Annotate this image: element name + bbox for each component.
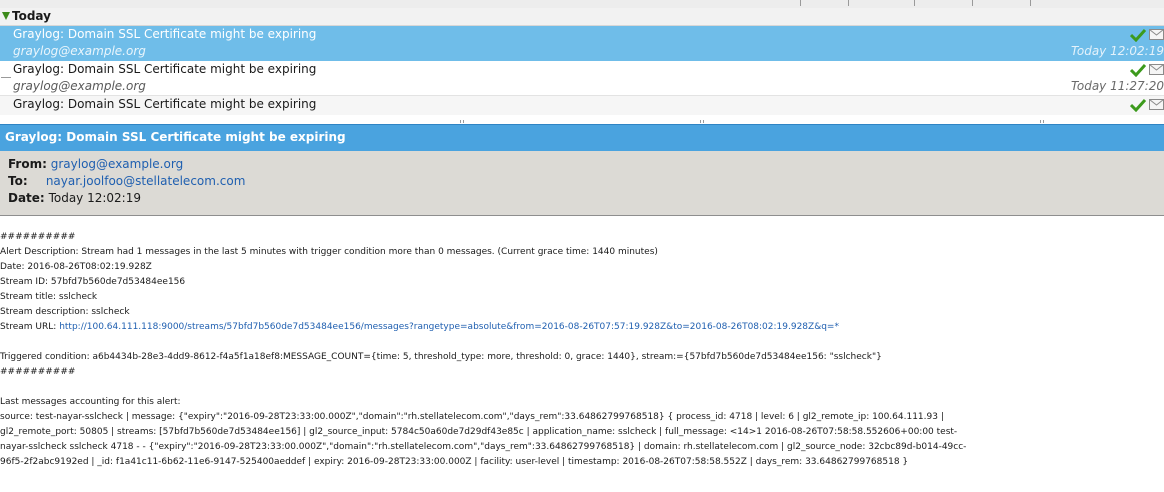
stream-url-link[interactable]: http://100.64.111.118:9000/streams/57bfd…: [59, 322, 839, 332]
splitter-handle[interactable]: [1040, 112, 1046, 123]
message-body: ########## Alert Description: Stream had…: [0, 230, 1164, 470]
envelope-icon[interactable]: [1149, 28, 1164, 41]
body-line: ##########: [0, 232, 76, 242]
body-line: 96f5-2f2abc9192ed | _id: f1a41c11-6b62-1…: [0, 457, 909, 467]
body-line: Stream title: sslcheck: [0, 292, 98, 302]
reader-subject: Graylog: Domain SSL Certificate might be…: [5, 130, 346, 144]
reader-subject-bar: Graylog: Domain SSL Certificate might be…: [0, 124, 1164, 152]
check-icon[interactable]: [1130, 28, 1146, 42]
body-line: source: test-nayar-sslcheck | message: {…: [0, 412, 944, 422]
check-icon[interactable]: [1130, 98, 1146, 112]
to-link[interactable]: nayar.joolfoo@stellatelecom.com: [46, 174, 246, 188]
message-subject: Graylog: Domain SSL Certificate might be…: [13, 97, 317, 111]
body-line: Date: 2016-08-26T08:02:19.928Z: [0, 262, 152, 272]
message-subject: Graylog: Domain SSL Certificate might be…: [13, 62, 317, 76]
to-label: To:: [8, 174, 28, 188]
to-row: To: nayar.joolfoo@stellatelecom.com: [8, 174, 245, 188]
body-line: nayar-sslcheck sslcheck 4718 - - {"expir…: [0, 442, 967, 452]
body-line: gl2_remote_port: 50805 | streams: [57bfd…: [0, 427, 958, 437]
stream-url-label: Stream URL:: [0, 322, 60, 332]
date-row: Date: Today 12:02:19: [8, 191, 141, 205]
triangle-down-icon[interactable]: [2, 12, 10, 20]
envelope-icon[interactable]: [1149, 63, 1164, 76]
message-sender: graylog@example.org: [13, 79, 146, 93]
body-line: Alert Description: Stream had 1 messages…: [0, 247, 658, 257]
splitter-handle[interactable]: [460, 112, 466, 123]
message-header: From: graylog@example.org To: nayar.jool…: [0, 151, 1164, 216]
message-date: Today 12:02:19: [1071, 44, 1164, 58]
message-sender: graylog@example.org: [13, 44, 146, 58]
body-line: Stream ID: 57bfd7b560de7d53484ee156: [0, 277, 186, 287]
date-group-header[interactable]: Today: [0, 8, 1164, 26]
message-row[interactable]: Graylog: Domain SSL Certificate might be…: [0, 61, 1164, 96]
body-line: Triggered condition: a6b4434b-28e3-4dd9-…: [0, 352, 882, 362]
from-label: From:: [8, 157, 47, 171]
date-label: Date:: [8, 191, 45, 205]
stream-url-line: Stream URL: http://100.64.111.118:9000/s…: [0, 320, 1164, 335]
body-line: Stream description: sslcheck: [0, 307, 130, 317]
body-line: ##########: [0, 367, 76, 377]
message-row[interactable]: Graylog: Domain SSL Certificate might be…: [0, 26, 1164, 61]
from-row: From: graylog@example.org: [8, 157, 183, 171]
splitter-handle[interactable]: [700, 112, 706, 123]
message-subject: Graylog: Domain SSL Certificate might be…: [13, 27, 317, 41]
group-label: Today: [12, 9, 51, 23]
date-value: Today 12:02:19: [48, 191, 141, 205]
message-row[interactable]: Graylog: Domain SSL Certificate might be…: [0, 96, 1164, 115]
envelope-icon[interactable]: [1149, 98, 1164, 111]
body-line: Last messages accounting for this alert:: [0, 397, 181, 407]
from-link[interactable]: graylog@example.org: [51, 157, 183, 171]
message-list[interactable]: Today Graylog: Domain SSL Certificate mi…: [0, 8, 1164, 115]
check-icon[interactable]: [1130, 63, 1146, 77]
message-date: Today 11:27:20: [1071, 79, 1164, 93]
